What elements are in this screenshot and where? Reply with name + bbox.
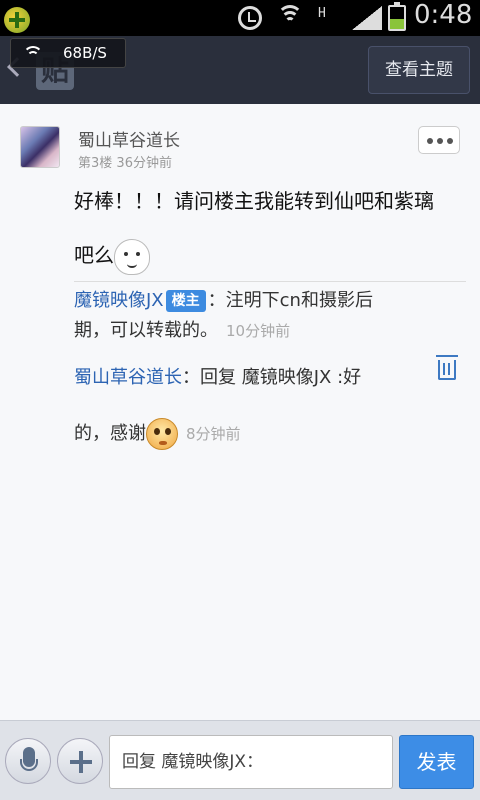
post-time: 36分钟前 [116, 156, 172, 171]
reply-text: ：注明下cn和摄影后 [207, 290, 373, 311]
network-speed-text: 68B/S [63, 44, 107, 62]
app-notification-icon [4, 7, 30, 33]
post-meta: 第3楼 36分钟前 [78, 152, 172, 171]
reply-bar: 回复 魔镜映像JX： 发表 [0, 720, 480, 800]
host-badge: 楼主 [165, 290, 206, 312]
reply-item[interactable]: 魔镜映像JX 楼主 ：注明下cn和摄影后 期，可以转载的。 10分钟前 [74, 286, 468, 346]
trash-icon[interactable] [436, 355, 458, 380]
reply-time: 10分钟前 [226, 322, 291, 340]
smile-emoji-icon [146, 418, 178, 450]
reply-input[interactable]: 回复 魔镜映像JX： [109, 735, 393, 789]
post-content-line1: 好棒！！！请问楼主我能转到仙吧和紫璃 [74, 189, 434, 213]
signal-icon [352, 6, 382, 30]
status-bar: H 0:48 [0, 0, 480, 36]
divider [74, 281, 466, 282]
more-options-button[interactable] [418, 126, 460, 154]
post-floor: 第3楼 [78, 156, 113, 171]
reply-item[interactable]: 蜀山草谷道长：回复 魔镜映像JX :好 的，感谢 8分钟前 [74, 350, 468, 462]
reply-list: 魔镜映像JX 楼主 ：注明下cn和摄影后 期，可以转载的。 10分钟前 蜀山草谷道长：… [74, 286, 468, 462]
reply-username[interactable]: 魔镜映像JX [74, 290, 164, 311]
post-content: 好棒！！！请问楼主我能转到仙吧和紫璃 吧么 [74, 174, 474, 282]
reply-text: 的，感谢 [74, 423, 146, 444]
network-speed-overlay: 68B/S [10, 38, 126, 68]
post-username[interactable]: 蜀山草谷道长 [78, 126, 180, 151]
add-attachment-button[interactable] [57, 738, 103, 784]
wifi-icon [23, 46, 43, 62]
wifi-icon [277, 3, 303, 31]
status-clock: 0:48 [414, 0, 473, 30]
puppy-emoji-icon [114, 238, 150, 275]
avatar[interactable] [20, 126, 60, 168]
send-button[interactable]: 发表 [399, 735, 474, 789]
reply-time: 8分钟前 [186, 425, 241, 443]
post-content-line2: 吧么 [74, 243, 114, 267]
reply-text: ：回复 魔镜映像JX :好 [182, 367, 362, 388]
battery-charging-icon [388, 2, 406, 31]
alarm-icon [238, 6, 262, 30]
post-content-line2-wrap: 吧么 [74, 228, 474, 282]
view-topic-button[interactable]: 查看主题 [368, 46, 470, 94]
network-type: H [318, 6, 326, 21]
reply-text: 期，可以转载的。 [74, 320, 218, 341]
microphone-button[interactable] [5, 738, 51, 784]
title-bar: 贴 68B/S 查看主题 [0, 36, 480, 104]
reply-username[interactable]: 蜀山草谷道长 [74, 367, 182, 388]
